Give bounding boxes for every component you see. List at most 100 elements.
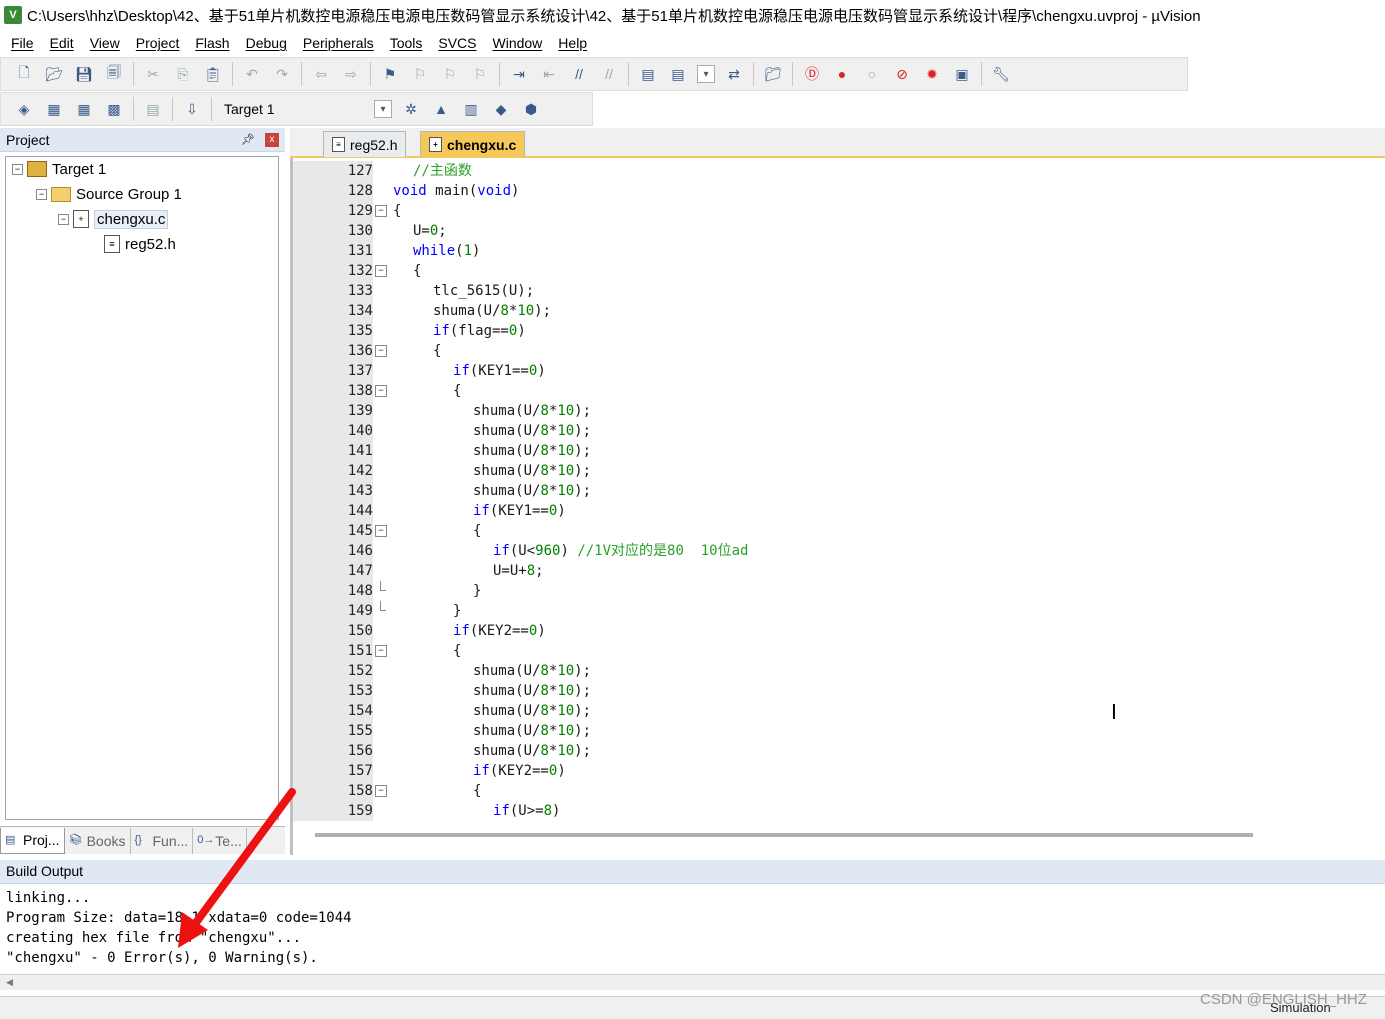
find-in-files-icon[interactable]: ▤ — [637, 63, 659, 85]
find-select-icon[interactable]: ▤ — [667, 63, 689, 85]
code-token: shuma(U/ — [473, 703, 541, 719]
find-combo-dropdown-icon[interactable]: ▾ — [697, 65, 715, 83]
panel-tab-3[interactable]: 0→ Te... — [193, 827, 247, 854]
copy-icon[interactable]: ⎘ — [172, 63, 194, 85]
breakpoint-remove-icon[interactable]: ✹ — [921, 63, 943, 85]
panel-tab-0[interactable]: ▤ Proj... — [0, 827, 65, 854]
build-output-text[interactable]: linking... Program Size: data=18.1 xdata=… — [6, 888, 1376, 984]
next-bookmark-icon[interactable]: ⚐ — [439, 63, 461, 85]
fold-toggle-icon[interactable]: − — [375, 265, 387, 277]
code-token: ) — [552, 803, 561, 819]
code-token: if — [473, 763, 490, 779]
build-output-scrollbar[interactable]: ◀ — [0, 974, 1385, 990]
editor-tab-chengxu-c[interactable]: + chengxu.c — [420, 131, 526, 157]
code-token: ) — [560, 543, 578, 559]
panel-tab-1[interactable]: 📚︎ Books — [65, 827, 131, 854]
menu-window[interactable]: Window — [485, 35, 551, 51]
collapse-icon[interactable]: − — [12, 163, 23, 175]
undo-icon[interactable]: ↶ — [241, 63, 263, 85]
prev-bookmark-icon[interactable]: ⚐ — [409, 63, 431, 85]
cut-icon[interactable]: ✂ — [142, 63, 164, 85]
code-token: if — [493, 543, 510, 559]
run-time-env-icon[interactable]: ⬢ — [520, 98, 542, 120]
code-text: shuma(U/8*10); — [473, 441, 591, 461]
code-token: U=U+ — [493, 563, 527, 579]
breakpoint-disable-icon[interactable]: ○ — [861, 63, 883, 85]
line-number: 153 — [293, 681, 373, 701]
code-token: //1V对应的是80 10位ad — [577, 543, 749, 559]
save-icon[interactable]: 💾︎ — [73, 63, 95, 85]
browse-icon[interactable]: 📁︎ — [762, 63, 784, 85]
debug-start-icon[interactable]: Ⓓ — [801, 63, 823, 85]
paste-icon[interactable]: 📋︎ — [202, 63, 224, 85]
close-icon[interactable]: x — [265, 132, 279, 147]
nav-forward-icon[interactable]: ⇨ — [340, 63, 362, 85]
tree-item-folder[interactable]: − Source Group 1 — [36, 183, 182, 205]
configure-wrench-icon[interactable]: 🔧︎ — [990, 63, 1012, 85]
fold-toggle-icon[interactable]: − — [375, 785, 387, 797]
code-token: 960 — [535, 543, 561, 559]
pin-icon[interactable]: 📌︎ — [241, 133, 255, 146]
target-options-icon[interactable]: ✲ — [400, 98, 422, 120]
bookmark-icon[interactable]: ⚑ — [379, 63, 401, 85]
stop-build-icon[interactable]: ▤ — [142, 98, 164, 120]
menu-edit[interactable]: Edit — [42, 35, 82, 51]
line-number: 136 — [293, 341, 373, 361]
window-layout-icon[interactable]: ▣ — [951, 63, 973, 85]
editor-horizontal-scrollbar[interactable] — [315, 833, 1253, 837]
menu-tools[interactable]: Tools — [382, 35, 431, 51]
code-token: 10 — [557, 443, 575, 459]
tree-item-header[interactable]: ≡ reg52.h — [104, 233, 176, 255]
build-icon[interactable]: ▦ — [43, 98, 65, 120]
indent-icon[interactable]: ⇥ — [508, 63, 530, 85]
collapse-icon[interactable]: − — [36, 188, 47, 200]
chevron-down-icon[interactable]: ▾ — [374, 100, 392, 118]
download-icon[interactable]: ⇩ — [181, 98, 203, 120]
unindent-icon[interactable]: ⇤ — [538, 63, 560, 85]
menu-help[interactable]: Help — [550, 35, 595, 51]
menu-flash[interactable]: Flash — [187, 35, 237, 51]
nav-back-icon[interactable]: ⇦ — [310, 63, 332, 85]
tree-item-target[interactable]: − Target 1 — [12, 158, 106, 180]
code-token: if — [433, 323, 450, 339]
code-line: 138− { — [293, 381, 1383, 401]
save-all-icon[interactable]: 🗐 — [103, 63, 125, 85]
uncomment-icon[interactable]: // — [598, 63, 620, 85]
menu-peripherals[interactable]: Peripherals — [295, 35, 382, 51]
incremental-find-icon[interactable]: ⇄ — [723, 63, 745, 85]
new-file-icon[interactable]: 🗋 — [13, 63, 35, 85]
fold-toggle-icon[interactable]: − — [375, 345, 387, 357]
comment-icon[interactable]: // — [568, 63, 590, 85]
clear-bookmarks-icon[interactable]: ⚐ — [469, 63, 491, 85]
target-select[interactable]: Target 1 ▾ — [216, 98, 396, 120]
code-text: shuma(U/8*10); — [473, 661, 591, 681]
redo-icon[interactable]: ↷ — [271, 63, 293, 85]
batch-build-icon[interactable]: ▩ — [103, 98, 125, 120]
menu-file[interactable]: File — [3, 35, 42, 51]
code-editor[interactable]: 127//主函数 128 void main(void) 129−{130 U=0; 13… — [290, 158, 1385, 855]
translate-icon[interactable]: ◈ — [13, 98, 35, 120]
code-token: 10 — [557, 703, 575, 719]
code-lines: 127//主函数 128 void main(void) 129−{130 U=0; 13… — [293, 161, 1383, 827]
open-folder-icon[interactable]: 📂︎ — [43, 63, 65, 85]
fold-toggle-icon[interactable]: − — [375, 205, 387, 217]
manage-components-icon[interactable]: ▲ — [430, 98, 452, 120]
collapse-icon[interactable]: − — [58, 213, 69, 225]
tree-item-file[interactable]: − + chengxu.c — [58, 208, 169, 230]
scroll-left-icon[interactable]: ◀ — [6, 977, 13, 988]
pack-installer-icon[interactable]: ◆ — [490, 98, 512, 120]
rebuild-icon[interactable]: ▦ — [73, 98, 95, 120]
menu-debug[interactable]: Debug — [238, 35, 295, 51]
breakpoint-kill-icon[interactable]: ⊘ — [891, 63, 913, 85]
fold-toggle-icon[interactable]: − — [375, 525, 387, 537]
panel-tab-2[interactable]: {} Fun... — [131, 827, 194, 854]
select-packs-icon[interactable]: ▥ — [460, 98, 482, 120]
breakpoint-insert-icon[interactable]: ● — [831, 63, 853, 85]
fold-toggle-icon[interactable]: − — [375, 385, 387, 397]
fold-toggle-icon[interactable]: − — [375, 645, 387, 657]
menu-view[interactable]: View — [82, 35, 128, 51]
menu-svcs[interactable]: SVCS — [430, 35, 484, 51]
editor-tab-reg52-h[interactable]: ≡ reg52.h — [323, 131, 407, 157]
toolbar-separator — [499, 62, 500, 86]
menu-project[interactable]: Project — [128, 35, 188, 51]
